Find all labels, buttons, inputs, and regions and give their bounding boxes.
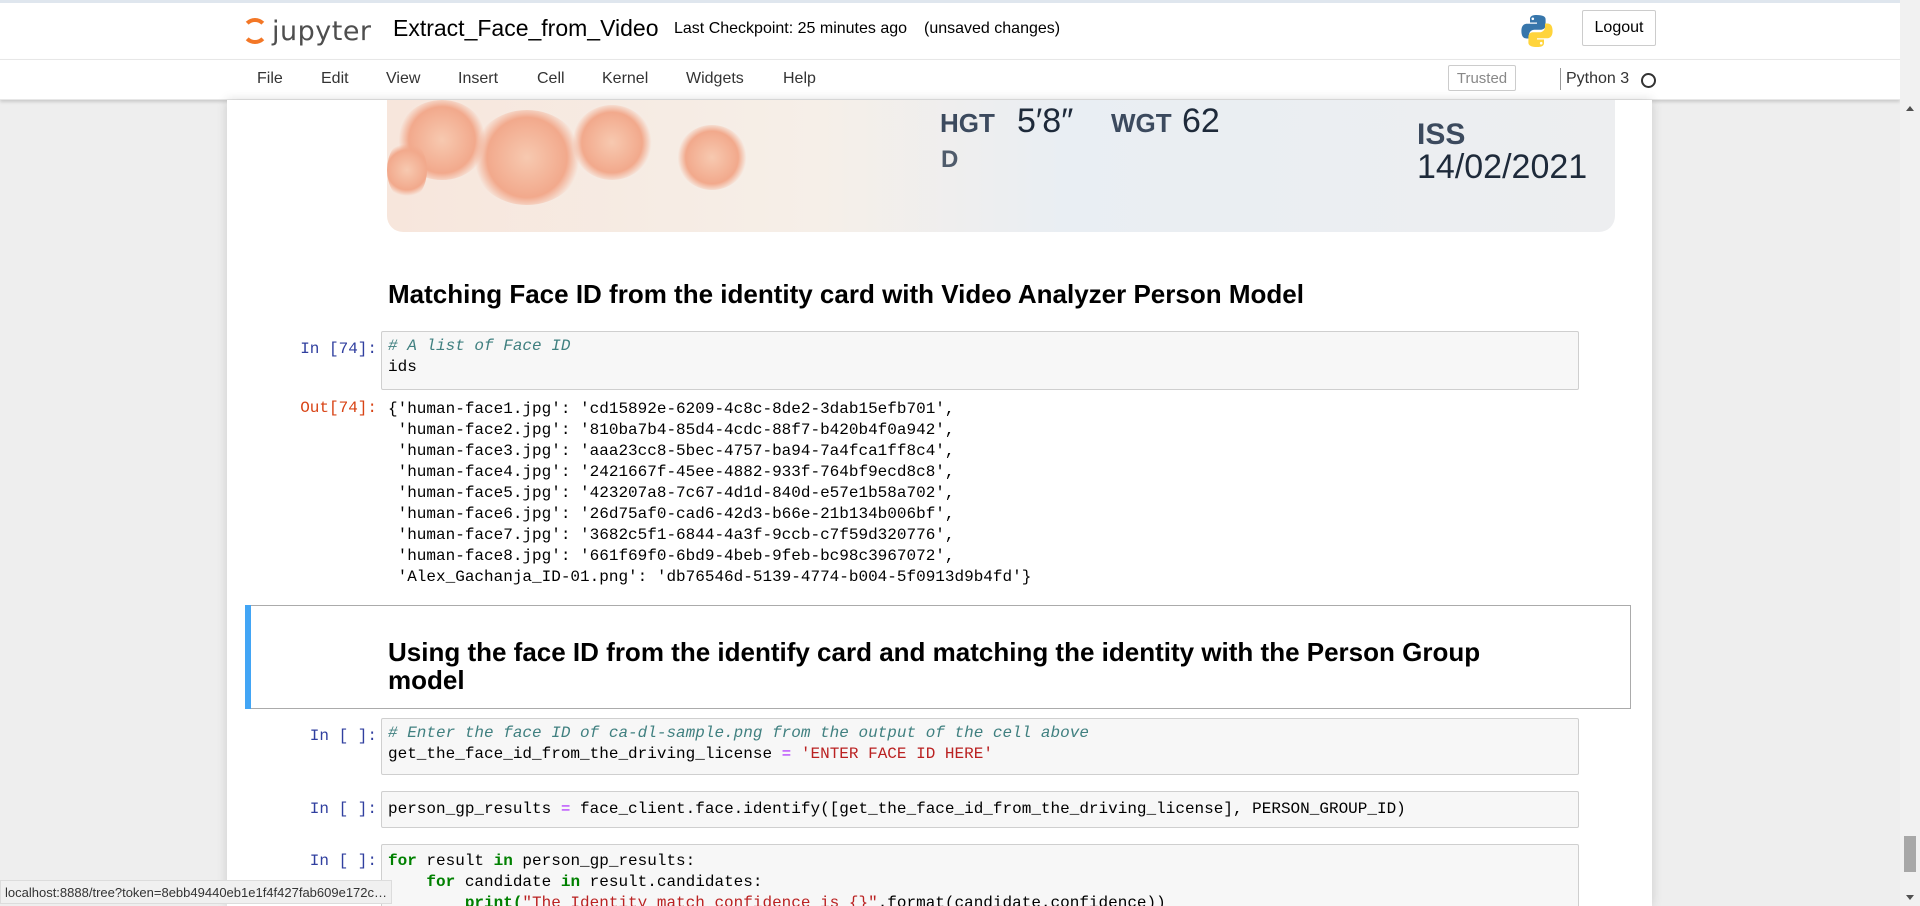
scroll-up-arrow-icon[interactable] xyxy=(1906,106,1914,111)
kernel-name[interactable]: Python 3 xyxy=(1566,70,1629,88)
card-wgt-value: 62 xyxy=(1182,102,1220,140)
card-iss-value: 14/02/2021 xyxy=(1417,148,1588,186)
code-var: person_gp_results xyxy=(388,800,561,818)
cell-a-comment: # Enter the face ID of ca-dl-sample.png … xyxy=(388,724,1089,742)
browser-status-url: localhost:8888/tree?token=8ebb49440eb1e1… xyxy=(0,880,393,904)
cell-74-comment: # A list of Face ID xyxy=(388,337,571,355)
cell-74-output: {'human-face1.jpg': 'cd15892e-6209-4c8c-… xyxy=(388,399,1031,588)
cell-c-line-3: print("The Identity match confidence is … xyxy=(388,893,1166,906)
code-string: 'ENTER FACE ID HERE' xyxy=(800,745,993,763)
output-line: 'human-face8.jpg': '661f69f0-6bd9-4beb-9… xyxy=(388,547,955,565)
output-line: 'human-face3.jpg': 'aaa23cc8-5bec-4757-b… xyxy=(388,442,955,460)
code-operator: = xyxy=(560,800,571,818)
cell-c-line-1: for result in person_gp_results: xyxy=(388,851,695,872)
heading-line: Using the face ID from the identify card… xyxy=(388,637,1481,667)
cell-a-code-line: get_the_face_id_from_the_driving_license… xyxy=(388,744,993,765)
menu-edit[interactable]: Edit xyxy=(321,70,349,88)
jupyter-logo-icon xyxy=(242,18,268,44)
code-keyword: for xyxy=(426,873,456,891)
cell-a-input[interactable]: # Enter the face ID of ca-dl-sample.png … xyxy=(381,718,1579,775)
cell-c-line-2: for candidate in result.candidates: xyxy=(388,872,762,893)
python-logo-icon xyxy=(1521,15,1553,47)
menu-insert[interactable]: Insert xyxy=(458,70,498,88)
output-line: 'Alex_Gachanja_ID-01.png': 'db76546d-513… xyxy=(388,568,1032,586)
markdown-heading-using: Using the face ID from the identify card… xyxy=(388,638,1480,694)
cell-b-in-prompt: In [ ]: xyxy=(309,800,377,818)
cell-a-in-prompt: In [ ]: xyxy=(309,727,377,745)
heading-line: model xyxy=(388,665,465,695)
cell-b-code-line: person_gp_results = face_client.face.ide… xyxy=(388,799,1406,820)
code-string: "The Identity match confidence is {}" xyxy=(522,894,878,906)
menubar: File Edit View Insert Cell Kernel Widget… xyxy=(0,59,1900,100)
code-text: result.candidates: xyxy=(580,873,763,891)
trusted-indicator[interactable]: Trusted xyxy=(1448,65,1516,91)
card-hgt-label: HGT xyxy=(940,108,995,138)
code-rest: face_client.face.identify([get_the_face_… xyxy=(570,800,1406,818)
cell-74-code: ids xyxy=(388,358,417,376)
cell-74-input[interactable]: # A list of Face ID ids xyxy=(381,331,1579,390)
checkpoint-status: Last Checkpoint: 25 minutes ago xyxy=(674,20,908,37)
menu-view[interactable]: View xyxy=(386,70,420,88)
output-line: 'human-face4.jpg': '2421667f-45ee-4882-9… xyxy=(388,463,955,481)
card-wgt-label: WGT xyxy=(1111,108,1172,138)
kernel-separator xyxy=(1560,68,1561,90)
scrollbar-thumb[interactable] xyxy=(1904,836,1916,872)
menu-kernel[interactable]: Kernel xyxy=(602,70,648,88)
output-line: {'human-face1.jpg': 'cd15892e-6209-4c8c-… xyxy=(388,400,955,418)
code-keyword: in xyxy=(560,873,581,891)
code-text: candidate xyxy=(455,873,561,891)
scroll-down-arrow-icon[interactable] xyxy=(1906,895,1914,900)
code-keyword: for xyxy=(388,852,417,870)
selected-cell-indicator xyxy=(245,605,251,709)
code-var: get_the_face_id_from_the_driving_license xyxy=(388,745,782,763)
flower-graphic xyxy=(472,110,582,205)
code-keyword: in xyxy=(493,852,513,870)
cell-c-input[interactable]: for result in person_gp_results: for can… xyxy=(381,844,1579,906)
page-scrollbar[interactable] xyxy=(1900,0,1920,906)
code-text: result xyxy=(416,852,494,870)
flower-graphic xyxy=(572,105,652,180)
markdown-heading-matching: Matching Face ID from the identity card … xyxy=(388,279,1304,309)
notebook-container: HGT 5′8″ WGT 62 D ISS 14/02/2021 Matchin… xyxy=(227,100,1652,906)
flower-graphic xyxy=(387,140,427,200)
notebook-header: jupyter Extract_Face_from_Video Last Che… xyxy=(0,3,1900,59)
code-text: person_gp_results: xyxy=(512,852,696,870)
output-line: 'human-face6.jpg': '26d75af0-cad6-42d3-b… xyxy=(388,505,955,523)
logout-button[interactable]: Logout xyxy=(1582,10,1656,46)
menu-widgets[interactable]: Widgets xyxy=(686,70,744,88)
autosave-status: (unsaved changes) xyxy=(924,20,1061,37)
notebook-name[interactable]: Extract_Face_from_Video xyxy=(393,15,659,42)
card-hgt-value: 5′8″ xyxy=(1017,102,1074,140)
menu-help[interactable]: Help xyxy=(783,70,816,88)
cell-b-input[interactable]: person_gp_results = face_client.face.ide… xyxy=(381,791,1579,828)
card-iss-label: ISS xyxy=(1417,118,1466,151)
code-text: .format(candidate.confidence)) xyxy=(877,894,1166,906)
jupyter-logo-text: jupyter xyxy=(272,15,372,47)
code-builtin: print( xyxy=(464,894,523,906)
output-line: 'human-face2.jpg': '810ba7b4-85d4-4cdc-8… xyxy=(388,421,955,439)
jupyter-logo[interactable]: jupyter xyxy=(242,13,372,49)
kernel-idle-icon xyxy=(1641,73,1656,88)
flower-graphic xyxy=(677,125,747,190)
cell-c-in-prompt: In [ ]: xyxy=(309,852,377,870)
cell-74-out-prompt: Out[74]: xyxy=(300,399,377,417)
card-d-label: D xyxy=(941,146,959,173)
code-operator: = xyxy=(781,745,792,763)
output-line: 'human-face5.jpg': '423207a8-7c67-4d1d-8… xyxy=(388,484,955,502)
id-card-image: HGT 5′8″ WGT 62 D ISS 14/02/2021 xyxy=(387,100,1615,232)
menu-file[interactable]: File xyxy=(257,70,283,88)
cell-74-in-prompt: In [74]: xyxy=(300,340,377,358)
output-line: 'human-face7.jpg': '3682c5f1-6844-4a3f-9… xyxy=(388,526,955,544)
menu-cell[interactable]: Cell xyxy=(537,70,565,88)
